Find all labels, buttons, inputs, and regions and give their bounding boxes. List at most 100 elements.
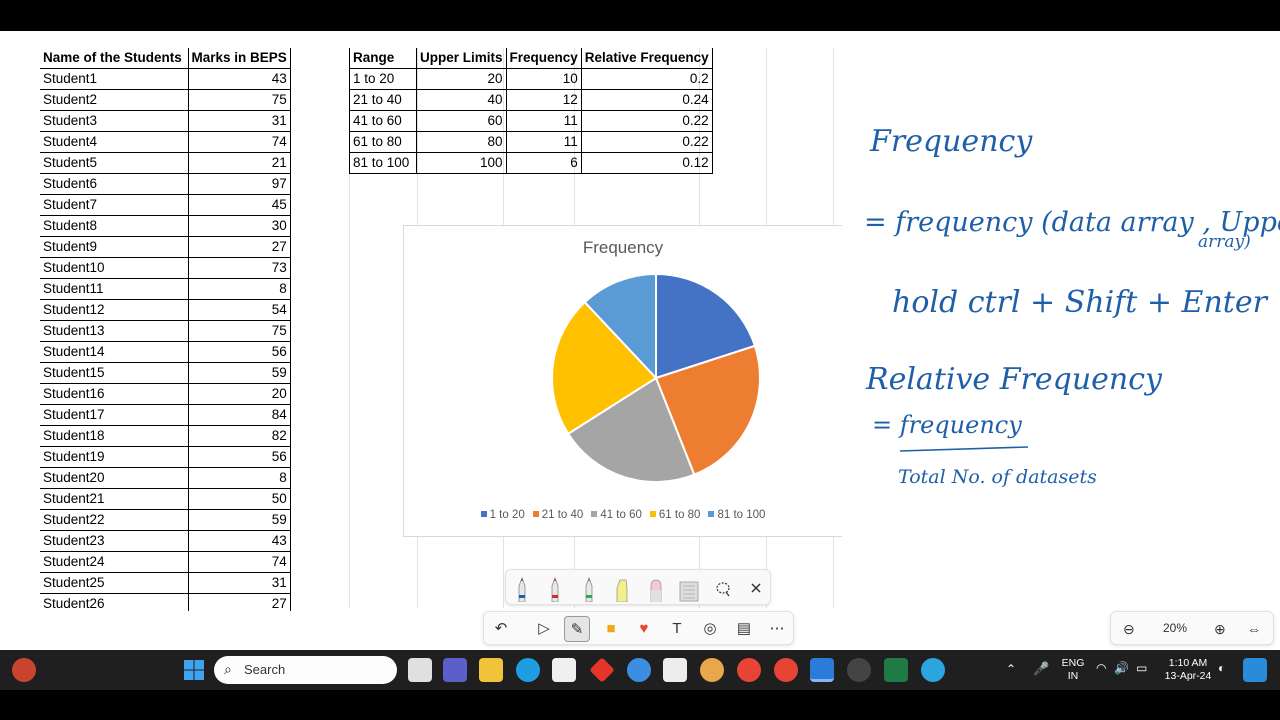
upper-limit-cell: 80 xyxy=(416,131,507,154)
student-name: Student21 xyxy=(40,488,189,511)
notifications-icon[interactable]: ◐ xyxy=(1218,662,1225,675)
red-pen-icon[interactable] xyxy=(548,576,562,602)
select-pointer-icon[interactable]: ▷ xyxy=(531,616,557,642)
relative-frequency-cell: 0.2 xyxy=(580,68,713,91)
legend-swatch xyxy=(649,511,656,517)
table-row: Student15 59 xyxy=(40,362,291,385)
shapes-icon[interactable]: ◎ xyxy=(697,616,723,642)
table-row: Student21 50 xyxy=(40,488,291,511)
student-marks: 74 xyxy=(188,131,291,154)
volume-icon[interactable]: 🔊 xyxy=(1114,662,1129,675)
header-marks: Marks in BEPS xyxy=(188,48,291,70)
student-marks: 59 xyxy=(188,509,291,532)
legend-swatch xyxy=(532,511,539,517)
widgets-weather-icon[interactable] xyxy=(12,658,36,682)
student-marks: 50 xyxy=(188,488,291,511)
whiteboard-canvas[interactable]: Name of the Students Marks in BEPS Stude… xyxy=(0,31,1280,650)
language-indicator[interactable]: ENG IN xyxy=(1060,657,1086,683)
table-row: Student1 43 xyxy=(40,68,291,91)
frequency-cell: 12 xyxy=(505,89,582,112)
student-marks: 20 xyxy=(188,383,291,406)
anydesk-icon[interactable] xyxy=(589,657,615,683)
table-row: 1 to 20 20 10 0.2 xyxy=(349,68,713,91)
student-name: Student9 xyxy=(40,236,189,259)
student-marks: 43 xyxy=(188,530,291,553)
table-row: Student23 43 xyxy=(40,530,291,553)
range-cell: 41 to 60 xyxy=(349,110,417,133)
chevron-up-icon[interactable]: ⌃ xyxy=(1006,663,1016,676)
student-marks: 75 xyxy=(188,89,291,112)
note-relative-frequency: Relative Frequency xyxy=(865,362,1163,397)
battery-icon[interactable]: ▭ xyxy=(1136,662,1147,675)
student-name: Student16 xyxy=(40,383,189,406)
header-name: Name of the Students xyxy=(40,48,189,70)
bottom-black-bar xyxy=(0,690,1280,720)
app-icon[interactable] xyxy=(921,658,945,682)
close-icon[interactable] xyxy=(749,576,763,602)
clock-time: 1:10 AM xyxy=(1168,657,1208,669)
student-marks: 27 xyxy=(188,593,291,611)
fit-to-screen-icon[interactable]: ⇔ xyxy=(1247,621,1261,637)
table-row: Student10 73 xyxy=(40,257,291,280)
relative-frequency-cell: 0.22 xyxy=(580,131,713,154)
whiteboard-icon[interactable] xyxy=(810,658,834,682)
handwritten-notes: Frequency = frequency (data array , Uppe… xyxy=(864,124,1280,488)
eraser-icon[interactable] xyxy=(649,576,663,602)
draw-pen-icon[interactable]: ✎ xyxy=(564,616,590,642)
header-range: Range xyxy=(349,48,417,70)
student-name: Student25 xyxy=(40,572,189,595)
student-marks: 31 xyxy=(188,572,291,595)
highlighter-icon[interactable] xyxy=(615,576,629,602)
text-icon[interactable]: T xyxy=(664,616,690,642)
excel-icon[interactable] xyxy=(884,658,908,682)
app-icon[interactable] xyxy=(627,658,651,682)
student-name: Student12 xyxy=(40,299,189,322)
store-icon[interactable] xyxy=(552,658,576,682)
microphone-icon[interactable]: 🎤 xyxy=(1033,662,1049,675)
notepad-icon[interactable] xyxy=(663,658,687,682)
app-icon[interactable] xyxy=(700,658,724,682)
chrome-icon[interactable] xyxy=(737,658,761,682)
start-windows-icon[interactable] xyxy=(182,658,206,682)
zoom-out-icon[interactable]: ⊖ xyxy=(1123,621,1135,638)
chrome-profile-icon[interactable] xyxy=(774,658,798,682)
student-name: Student7 xyxy=(40,194,189,217)
range-cell: 61 to 80 xyxy=(349,131,417,154)
file-explorer-icon[interactable] xyxy=(479,658,503,682)
table-row: Student2 75 xyxy=(40,89,291,112)
region-label: IN xyxy=(1067,670,1079,682)
task-view-icon[interactable] xyxy=(408,658,432,682)
zoom-in-icon[interactable]: ⊕ xyxy=(1214,621,1226,638)
note-rf-numerator: = frequency xyxy=(872,411,1022,439)
student-marks: 97 xyxy=(188,173,291,196)
table-row: 61 to 80 80 11 0.22 xyxy=(349,131,713,154)
student-marks: 43 xyxy=(188,68,291,91)
background-icon[interactable]: ▤ xyxy=(731,616,757,642)
lasso-icon[interactable] xyxy=(714,576,732,602)
student-marks: 45 xyxy=(188,194,291,217)
obs-icon[interactable] xyxy=(847,658,871,682)
teams-icon[interactable] xyxy=(443,658,467,682)
wifi-icon[interactable]: ◠ xyxy=(1096,662,1106,675)
legend-label: 21 to 40 xyxy=(541,509,584,521)
copilot-icon[interactable] xyxy=(1243,658,1267,682)
clock[interactable]: 1:10 AM 13-Apr-24 xyxy=(1160,657,1216,683)
student-marks: 75 xyxy=(188,320,291,343)
more-options-icon[interactable]: ⋯ xyxy=(764,616,790,642)
ruler-icon[interactable] xyxy=(678,576,700,602)
legend-entry: 81 to 100 xyxy=(708,509,765,521)
table-row: Student11 8 xyxy=(40,278,291,301)
student-marks: 56 xyxy=(188,341,291,364)
edge-icon[interactable] xyxy=(516,658,540,682)
relative-frequency-cell: 0.12 xyxy=(580,152,713,175)
green-pen-icon[interactable] xyxy=(582,576,596,602)
sticky-note-icon[interactable]: ■ xyxy=(598,616,624,642)
student-marks: 84 xyxy=(188,404,291,427)
undo-icon[interactable]: ↶ xyxy=(488,616,514,642)
stickers-heart-icon[interactable]: ♥ xyxy=(631,616,657,642)
student-name: Student26 xyxy=(40,593,189,611)
student-name: Student13 xyxy=(40,320,189,343)
taskbar-search[interactable]: ⌕ Search xyxy=(214,656,397,684)
blue-pen-icon[interactable] xyxy=(515,576,529,602)
student-name: Student20 xyxy=(40,467,189,490)
